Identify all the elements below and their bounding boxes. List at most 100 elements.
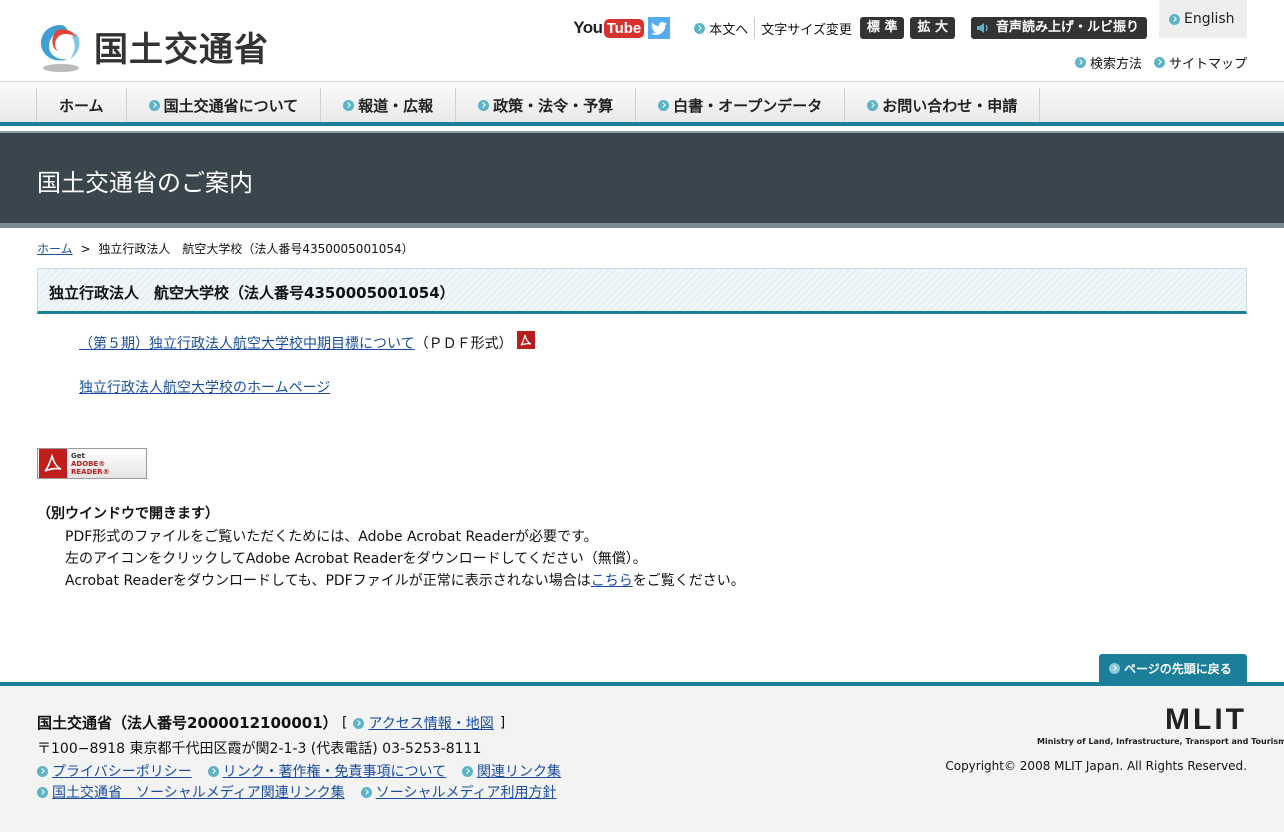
pdf-note-line: 左のアイコンをクリックしてAdobe Acrobat Readerをダウンロード… xyxy=(65,551,647,567)
font-large-button[interactable]: 拡 大 xyxy=(910,17,955,39)
pdf-help-link[interactable]: こちら xyxy=(591,573,633,589)
copyright-disclaimer-link[interactable]: リンク・著作権・免責事項について xyxy=(207,761,447,781)
homepage-link-row: 独立行政法人航空大学校のホームページ xyxy=(79,377,330,397)
bracket: [ xyxy=(342,715,348,731)
mlit-logo-subtitle: Ministry of Land, Infrastructure, Transp… xyxy=(1037,737,1284,746)
social-media-links-link[interactable]: 国土交通省 ソーシャルメディア関連リンク集 xyxy=(37,782,345,802)
bracket: ] xyxy=(499,715,506,731)
footer-links-row: プライバシーポリシー リンク・著作権・免責事項について 関連リンク集 xyxy=(37,761,577,781)
footer-link-label: プライバシーポリシー xyxy=(52,764,192,780)
site-footer: 国土交通省（法人番号2000012100001） [ アクセス情報・地図 ] 〒… xyxy=(0,682,1284,832)
get-adobe-reader-button[interactable]: Get ADOBE® READER® xyxy=(37,448,147,479)
youtube-tube-text: Tube xyxy=(603,18,645,38)
mlit-logo[interactable]: 国土交通省 xyxy=(36,19,269,73)
nav-label: 国土交通省について xyxy=(163,96,299,115)
arrow-circle-icon xyxy=(658,99,670,111)
divider xyxy=(754,18,756,38)
nav-item-home[interactable]: ホーム xyxy=(36,88,126,122)
adobe-reader-text: ADOBE® READER® xyxy=(71,459,110,476)
footer-link-label: 関連リンク集 xyxy=(477,764,562,780)
adobe-reader-icon xyxy=(39,449,67,478)
adobe-get-text: Get xyxy=(71,451,85,460)
pdf-note-line: PDF形式のファイルをご覧いただくためには、Adobe Acrobat Read… xyxy=(65,529,598,545)
nav-item-contact[interactable]: お問い合わせ・申請 xyxy=(844,88,1041,122)
nav-label: 政策・法令・予算 xyxy=(493,96,614,115)
voice-reading-button[interactable]: 音声読み上げ・ルビ振り xyxy=(970,17,1147,39)
aviation-college-homepage-link[interactable]: 独立行政法人航空大学校のホームページ xyxy=(79,377,330,397)
access-map-link[interactable]: アクセス情報・地図 xyxy=(368,713,493,733)
back-to-top-label: ページの先頭に戻る xyxy=(1124,662,1232,676)
arrow-circle-icon xyxy=(694,22,706,34)
global-nav: ホーム 国土交通省について 報道・広報 政策・法令・予算 白書・オープンデータ … xyxy=(0,82,1284,126)
related-links-link[interactable]: 関連リンク集 xyxy=(462,761,561,781)
arrow-circle-icon xyxy=(148,99,160,111)
new-window-note: （別ウインドウで開きます） xyxy=(37,506,219,522)
sitemap-link[interactable]: サイトマップ xyxy=(1153,53,1247,72)
arrow-circle-icon xyxy=(1153,57,1165,68)
nav-label: ホーム xyxy=(59,96,104,115)
social-media-policy-link[interactable]: ソーシャルメディア利用方針 xyxy=(360,782,557,802)
pdf-note-line: Acrobat Readerをダウンロードしても、PDFファイルが正常に表示され… xyxy=(65,570,745,590)
breadcrumb-separator: > xyxy=(80,242,91,256)
nav-label: お問い合わせ・申請 xyxy=(882,96,1018,115)
page-banner: 国土交通省のご案内 xyxy=(0,131,1284,228)
skip-to-content-link[interactable]: 本文へ xyxy=(694,19,748,38)
pdf-note-text: をご覧ください。 xyxy=(632,573,745,589)
mlit-footer-logo: MLIT Ministry of Land, Infrastructure, T… xyxy=(1037,703,1284,747)
page-title: 国土交通省のご案内 xyxy=(37,169,253,197)
utility-bar-secondary: 検索方法 サイトマップ xyxy=(1063,53,1247,72)
nav-item-whitepaper[interactable]: 白書・オープンデータ xyxy=(635,88,844,122)
pdf-format-label: （ＰＤＦ形式） xyxy=(414,336,513,352)
pdf-note-text: Acrobat Readerをダウンロードしても、PDFファイルが正常に表示され… xyxy=(65,573,591,589)
nav-item-policy[interactable]: 政策・法令・予算 xyxy=(455,88,635,122)
arrow-circle-icon xyxy=(207,765,219,777)
arrow-circle-icon xyxy=(478,99,490,111)
section-heading-box: 独立行政法人 航空大学校（法人番号4350005001054） xyxy=(37,268,1247,314)
logo-text: 国土交通省 xyxy=(94,29,269,70)
footer-address: 〒100−8918 東京都千代田区霞が関2-1-3 (代表電話) 03-5253… xyxy=(37,741,482,757)
nav-item-press[interactable]: 報道・広報 xyxy=(320,88,455,122)
breadcrumb: ホーム > 独立行政法人 航空大学校（法人番号4350005001054） xyxy=(37,240,414,257)
footer-org-name: 国土交通省（法人番号2000012100001） xyxy=(37,714,338,732)
search-method-link[interactable]: 検索方法 xyxy=(1074,53,1142,72)
arrow-circle-icon xyxy=(343,99,355,111)
back-to-top-button[interactable]: ページの先頭に戻る xyxy=(1099,654,1247,683)
footer-link-label: ソーシャルメディア利用方針 xyxy=(375,785,557,801)
arrow-circle-icon xyxy=(353,717,365,729)
twitter-icon[interactable] xyxy=(648,17,671,39)
arrow-up-circle-icon xyxy=(1109,663,1120,674)
breadcrumb-current: 独立行政法人 航空大学校（法人番号4350005001054） xyxy=(98,242,414,256)
english-link[interactable]: English xyxy=(1159,0,1247,38)
footer-link-label: リンク・著作権・免責事項について xyxy=(222,764,447,780)
skip-to-content-label: 本文へ xyxy=(709,22,749,38)
arrow-circle-icon xyxy=(462,765,474,777)
youtube-you-text: You xyxy=(573,18,603,37)
social-links: You Tube xyxy=(573,17,671,39)
utility-bar: You Tube 本文へ 文字サイズ変更 標 準 拡 大 音声読み上げ・ルビ振り xyxy=(573,16,1247,40)
privacy-policy-link[interactable]: プライバシーポリシー xyxy=(37,761,192,781)
speaker-icon xyxy=(976,22,991,34)
font-standard-button[interactable]: 標 準 xyxy=(859,17,905,39)
breadcrumb-home-link[interactable]: ホーム xyxy=(37,242,73,256)
nav-label: 報道・広報 xyxy=(358,96,434,115)
mlit-emblem-icon xyxy=(36,19,86,73)
sitemap-label: サイトマップ xyxy=(1168,57,1247,72)
arrow-circle-icon xyxy=(37,786,48,798)
arrow-circle-icon xyxy=(1169,13,1180,25)
nav-item-about[interactable]: 国土交通省について xyxy=(125,88,321,122)
site-header: 国土交通省 You Tube 本文へ 文字サイズ変更 標 準 拡 大 音声読み上… xyxy=(0,0,1284,82)
mlit-logo-text: MLIT xyxy=(1165,703,1247,736)
youtube-icon[interactable]: You Tube xyxy=(573,18,645,38)
pdf-link-row: （第５期）独立行政法人航空大学校中期目標について （ＰＤＦ形式） xyxy=(79,331,535,353)
voice-reading-label: 音声読み上げ・ルビ振り xyxy=(995,20,1139,35)
font-size-label: 文字サイズ変更 xyxy=(761,22,852,38)
copyright-text: Copyright© 2008 MLIT Japan. All Rights R… xyxy=(945,759,1247,773)
search-method-label: 検索方法 xyxy=(1089,57,1142,72)
mid-term-goal-pdf-link[interactable]: （第５期）独立行政法人航空大学校中期目標について xyxy=(79,333,415,353)
footer-access: [ アクセス情報・地図 ] xyxy=(342,713,505,733)
footer-link-label: 国土交通省 ソーシャルメディア関連リンク集 xyxy=(52,785,345,801)
arrow-circle-icon xyxy=(360,786,372,798)
english-label: English xyxy=(1184,11,1235,27)
section-heading: 独立行政法人 航空大学校（法人番号4350005001054） xyxy=(49,284,455,302)
adobe-badge-text: Get ADOBE® READER® xyxy=(71,452,146,476)
